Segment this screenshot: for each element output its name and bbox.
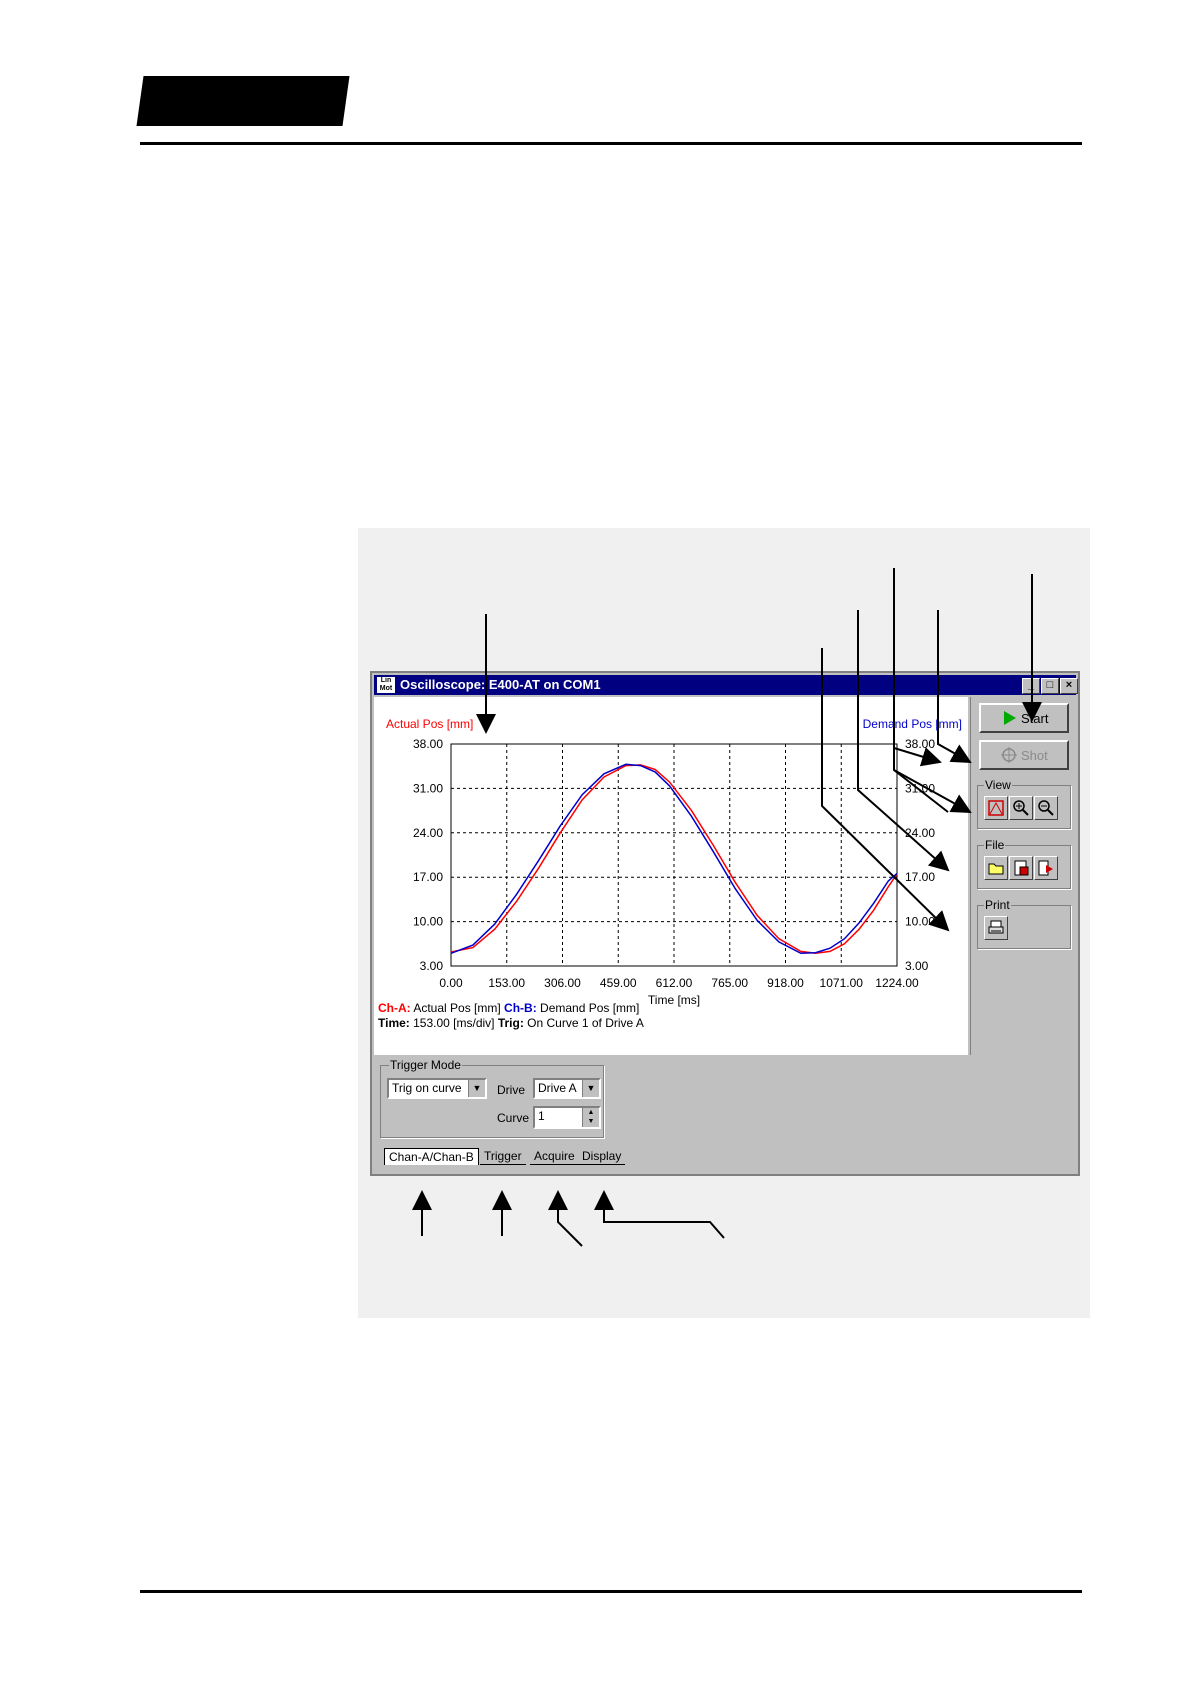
callout-arrow-view-head — [893, 769, 972, 813]
callout-arrow-view — [893, 748, 949, 813]
callout-arrow-tab-acquire — [548, 1190, 583, 1247]
callout-arrows — [412, 568, 1042, 1247]
callout-arrow-shot — [893, 568, 942, 767]
callout-arrow-shot-2 — [937, 610, 972, 763]
callout-arrow-tab-display — [594, 1190, 725, 1239]
callout-arrow-file — [857, 610, 950, 872]
